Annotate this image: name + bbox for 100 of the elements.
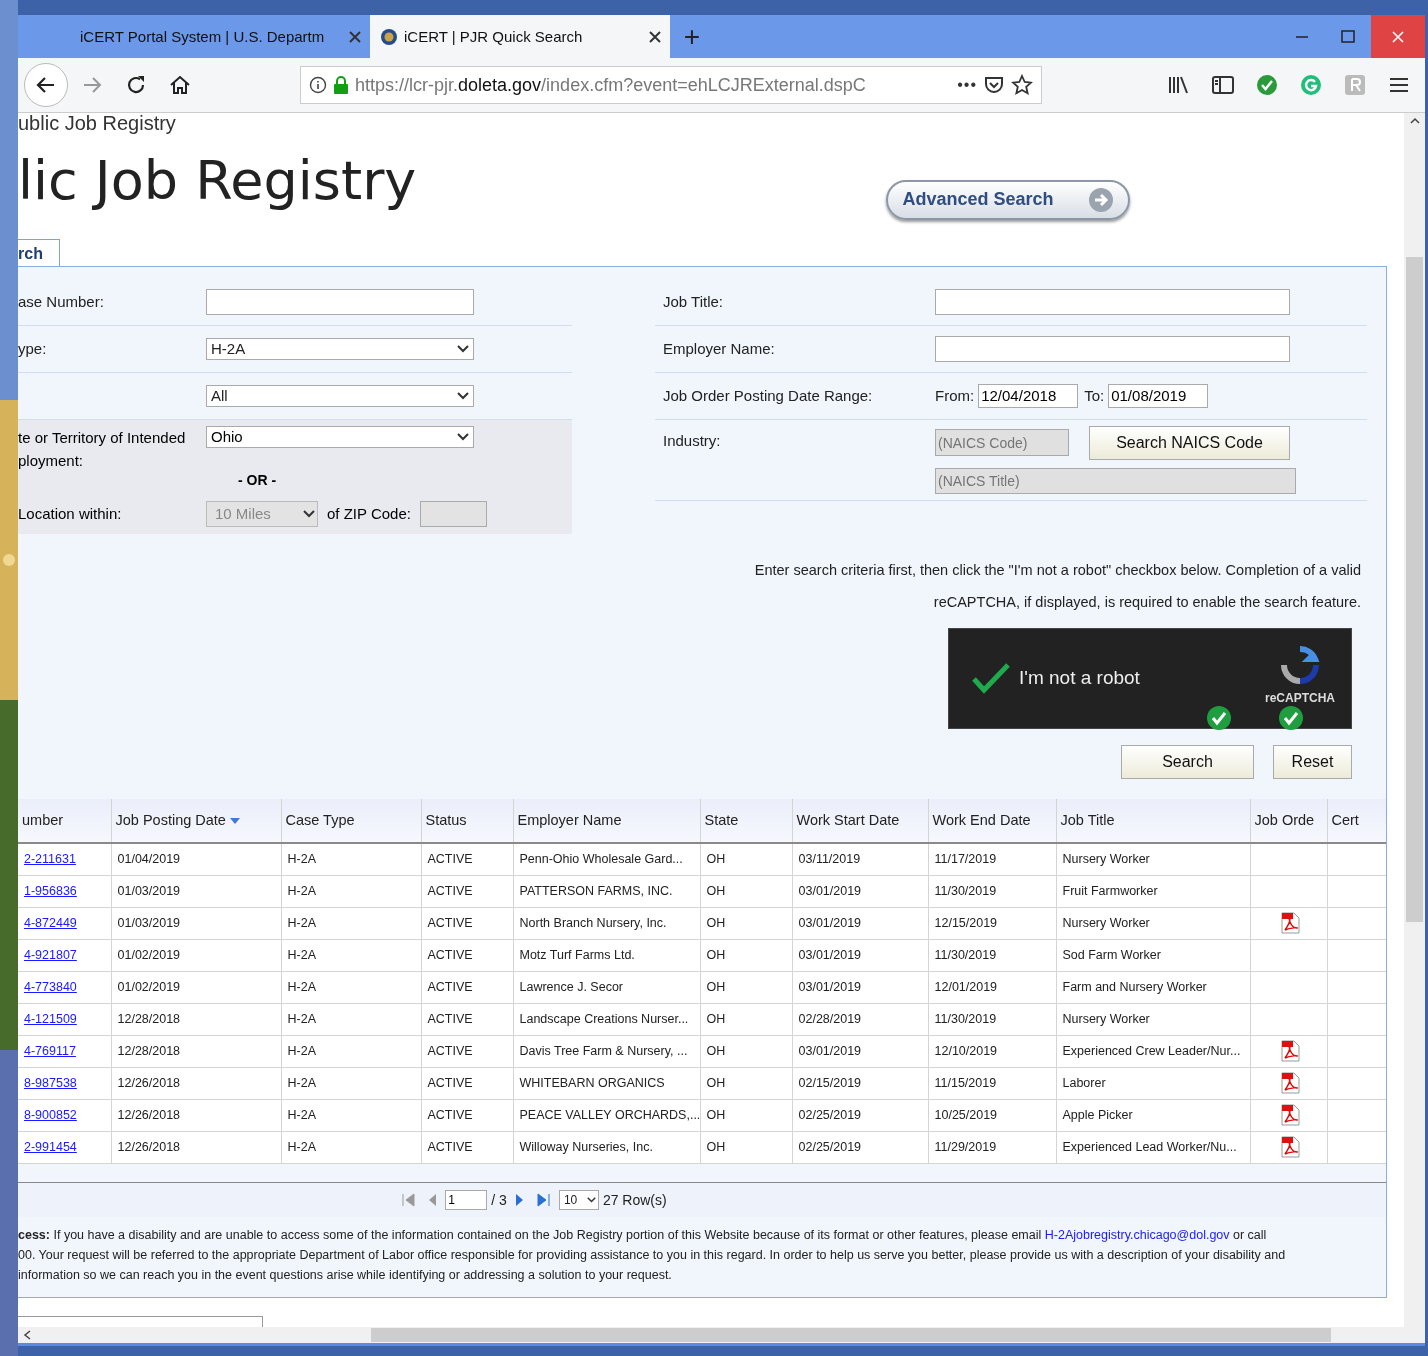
page-size-dropdown[interactable]: 10 <box>558 1189 599 1210</box>
to-label: To: <box>1084 387 1105 405</box>
menu-icon[interactable] <box>1389 76 1409 94</box>
info-icon[interactable] <box>309 76 327 94</box>
table-cell: 12/10/2019 <box>928 1035 1056 1068</box>
check-icon <box>1207 705 1231 730</box>
table-cell: 11/29/2019 <box>928 1131 1056 1164</box>
column-header[interactable]: Cert <box>1327 798 1386 843</box>
zip-field[interactable] <box>419 500 487 527</box>
column-header[interactable]: Job Title <box>1056 798 1250 843</box>
table-cell: Davis Tree Farm & Nursery, ... <box>513 1035 700 1068</box>
chevron-icon <box>586 1195 596 1204</box>
table-cell: 12/01/2019 <box>928 971 1056 1004</box>
address-bar[interactable]: https://lcr-pjr.doleta.gov/index.cfm?event=ehLCJRExternal.dspC ••• <box>300 66 1042 104</box>
table-cell: WHITEBARN ORGANICS <box>513 1067 700 1100</box>
column-header[interactable]: Status <box>421 798 513 843</box>
table-cell: H-2A <box>281 1131 421 1164</box>
horizontal-scrollbar[interactable] <box>18 1326 1404 1343</box>
table-cell: Landscape Creations Nurser... <box>513 1003 700 1036</box>
vertical-scrollbar[interactable] <box>1404 113 1425 1343</box>
table-cell: 03/01/2019 <box>792 907 928 940</box>
table-cell: Farm and Nursery Worker <box>1056 971 1250 1004</box>
advanced-search-button[interactable]: Advanced Search <box>886 179 1130 220</box>
input-field[interactable] <box>935 335 1290 362</box>
library-icon[interactable] <box>1168 75 1190 95</box>
pocket-icon[interactable] <box>983 74 1005 96</box>
table-cell: ACTIVE <box>421 1003 513 1036</box>
pdf-icon[interactable] <box>1278 1040 1301 1063</box>
table-cell: Laborer <box>1056 1067 1250 1100</box>
input-field[interactable] <box>206 288 474 315</box>
pdf-icon[interactable] <box>1278 1072 1301 1095</box>
search-button[interactable]: Search <box>1121 744 1254 779</box>
url-text: https://lcr-pjr.doleta.gov/index.cfm?event=ehLCJRExternal.dspC <box>355 74 867 96</box>
new-tab-button[interactable]: + <box>670 15 714 58</box>
home-icon[interactable] <box>169 74 191 96</box>
dropdown[interactable]: H-2A <box>206 337 474 360</box>
input-field[interactable] <box>935 288 1290 315</box>
captcha-widget[interactable]: I'm not a robot reCAPTCHA <box>948 627 1352 729</box>
instructions-text: Enter search criteria first, then click the "I'm not a robot" checkbox below. Completion of a valid reCAPTCHA, if displayed, is required to enable the search feature. <box>753 560 1361 612</box>
column-header[interactable]: Case Type <box>281 798 421 843</box>
column-header[interactable]: umber <box>18 798 111 843</box>
check-icon[interactable] <box>1256 74 1278 96</box>
table-cell: OH <box>700 875 792 908</box>
back-button[interactable] <box>24 63 68 107</box>
field-label: te or Territory of Intended ployment: <box>18 427 187 471</box>
dropdown[interactable]: All <box>206 384 474 407</box>
input-field[interactable] <box>18 1315 263 1327</box>
column-header[interactable]: Job Posting Date <box>111 798 281 843</box>
first-page-icon <box>401 1192 416 1207</box>
table-cell: 12/26/2018 <box>111 1099 281 1132</box>
table-cell: 12/28/2018 <box>111 1003 281 1036</box>
column-header[interactable]: Work End Date <box>928 798 1056 843</box>
table-cell: 12/26/2018 <box>111 1067 281 1100</box>
or-separator: - OR - <box>238 471 278 490</box>
browser-tab[interactable]: iCERT | PJR Quick Search <box>370 15 670 58</box>
checkmark-icon[interactable] <box>971 662 1011 695</box>
search-tab[interactable]: rch <box>18 238 60 266</box>
reload-icon[interactable] <box>125 74 147 96</box>
recaptcha-logo-icon <box>1280 645 1320 686</box>
sidebar-icon[interactable] <box>1212 75 1234 95</box>
email-link[interactable]: H-2Ajobregistry.chicago@dol.gov <box>1044 1227 1230 1242</box>
column-header[interactable]: Job Orde <box>1250 798 1327 843</box>
date-field[interactable]: 01/08/2019 <box>1108 383 1209 408</box>
browser-tab[interactable]: iCERT Portal System | U.S. Departm <box>70 15 370 58</box>
state-dropdown[interactable]: Ohio <box>206 425 474 448</box>
column-header[interactable]: Work Start Date <box>792 798 928 843</box>
table-cell: Willoway Nurseries, Inc. <box>513 1131 700 1164</box>
page-actions-button[interactable]: ••• <box>957 76 977 94</box>
table-cell: 02/25/2019 <box>792 1131 928 1164</box>
chevron-icon <box>457 344 469 353</box>
table-cell: OH <box>700 1003 792 1036</box>
star-icon[interactable] <box>1011 74 1033 96</box>
date-field[interactable]: 12/04/2018 <box>978 383 1079 408</box>
naics-code-field[interactable]: (NAICS Code) <box>935 429 1069 457</box>
naics-title-field[interactable]: (NAICS Title) <box>935 467 1296 494</box>
column-header[interactable]: State <box>700 798 792 843</box>
table-cell: Penn-Ohio Wholesale Gard... <box>513 842 700 876</box>
table-cell: OH <box>700 1035 792 1068</box>
search-naics-button[interactable]: Search NAICS Code <box>1089 425 1290 460</box>
page-number-field[interactable]: 1 <box>445 1189 488 1210</box>
table-cell: 02/15/2019 <box>792 1067 928 1100</box>
table-cell: H-2A <box>281 1067 421 1100</box>
close-icon[interactable] <box>648 29 662 44</box>
table-cell: 12/26/2018 <box>111 1131 281 1164</box>
table-cell: 01/03/2019 <box>111 907 281 940</box>
reset-button[interactable]: Reset <box>1273 744 1352 779</box>
table-cell: OH <box>700 939 792 972</box>
circle-g-icon[interactable] <box>1300 74 1322 96</box>
maximize-icon <box>1341 29 1355 44</box>
table-cell: 01/03/2019 <box>111 875 281 908</box>
table-cell: Experienced Lead Worker/Nu... <box>1056 1131 1250 1164</box>
table-cell: 11/15/2019 <box>928 1067 1056 1100</box>
pdf-icon[interactable] <box>1278 1136 1301 1159</box>
pdf-icon[interactable] <box>1278 1104 1301 1127</box>
pdf-icon[interactable] <box>1278 912 1301 935</box>
table-cell: 11/30/2019 <box>928 1003 1056 1036</box>
table-cell: ACTIVE <box>421 842 513 876</box>
table-cell: OH <box>700 1067 792 1100</box>
table-cell: H-2A <box>281 842 421 876</box>
column-header[interactable]: Employer Name <box>513 798 700 843</box>
